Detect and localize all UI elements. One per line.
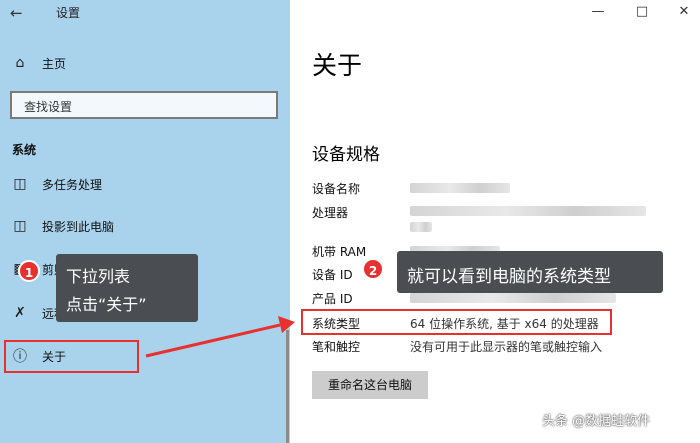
multitask-icon: ◫ <box>13 176 27 192</box>
window-title: 设置 <box>56 6 81 20</box>
step1-line1: 下拉列表 <box>66 267 131 286</box>
sidebar-item-label: 多任务处理 <box>42 177 103 192</box>
sidebar-item-label: 主页 <box>42 56 67 71</box>
spec-label-product-id: 产品 ID <box>312 292 353 306</box>
highlight-system-type <box>301 309 612 335</box>
sidebar-item-project[interactable]: ◫ 投影到此电脑 <box>0 211 290 241</box>
spec-label-device-id: 设备 ID <box>312 268 353 282</box>
sidebar-item-multitask[interactable]: ◫ 多任务处理 <box>0 169 290 199</box>
redacted-value <box>410 183 510 193</box>
spec-label-processor: 处理器 <box>312 206 349 220</box>
sidebar-item-home[interactable]: ⌂ 主页 <box>0 48 290 78</box>
step2-text: 就可以看到电脑的系统类型 <box>407 267 611 287</box>
back-arrow-icon[interactable]: ← <box>10 3 30 23</box>
sidebar-item-label: 投影到此电脑 <box>42 219 115 234</box>
remote-desktop-icon: ✗ <box>14 305 26 321</box>
spec-label-device-name: 设备名称 <box>312 182 361 196</box>
page-title: 关于 <box>312 51 363 80</box>
step2-tooltip: 就可以看到电脑的系统类型 <box>397 251 663 293</box>
minimize-icon[interactable]: — <box>586 3 610 21</box>
sidebar-scrollbar[interactable] <box>286 330 289 443</box>
search-placeholder: 查找设置 <box>24 100 73 114</box>
maximize-icon[interactable]: □ <box>630 3 654 21</box>
section-label-system: 系统 <box>12 143 37 157</box>
section-title-device-specs: 设备规格 <box>312 145 380 165</box>
project-icon: ◫ <box>13 218 27 234</box>
redacted-value <box>410 293 616 303</box>
redacted-value <box>410 222 432 232</box>
rename-pc-button[interactable]: 重命名这台电脑 <box>312 371 428 399</box>
step1-line2: 点击“关于” <box>66 295 147 314</box>
step1-tooltip: 下拉列表 点击“关于” <box>56 254 198 322</box>
step1-badge: 1 <box>18 260 40 282</box>
about-page: — □ ✕ 关于 设备规格 设备名称 处理器 机带 RAM 设备 ID 产品 I… <box>290 0 700 443</box>
spec-label-ram: 机带 RAM <box>312 245 367 259</box>
home-icon: ⌂ <box>15 55 25 71</box>
highlight-about-item <box>4 340 139 373</box>
search-input[interactable]: 查找设置 <box>10 91 278 119</box>
settings-sidebar: ← 设置 ⌂ 主页 查找设置 系统 ◫ 多任务处理 ◫ 投影到此电脑 ▩ 剪贴板… <box>0 0 290 443</box>
watermark: 头条 @数据蛙软件 <box>542 414 651 429</box>
redacted-value <box>410 206 646 216</box>
spec-value-pen-touch: 没有可用于此显示器的笔或触控输入 <box>410 340 603 354</box>
step2-badge: 2 <box>362 258 384 280</box>
spec-label-pen-touch: 笔和触控 <box>312 340 361 354</box>
close-icon[interactable]: ✕ <box>672 3 696 21</box>
